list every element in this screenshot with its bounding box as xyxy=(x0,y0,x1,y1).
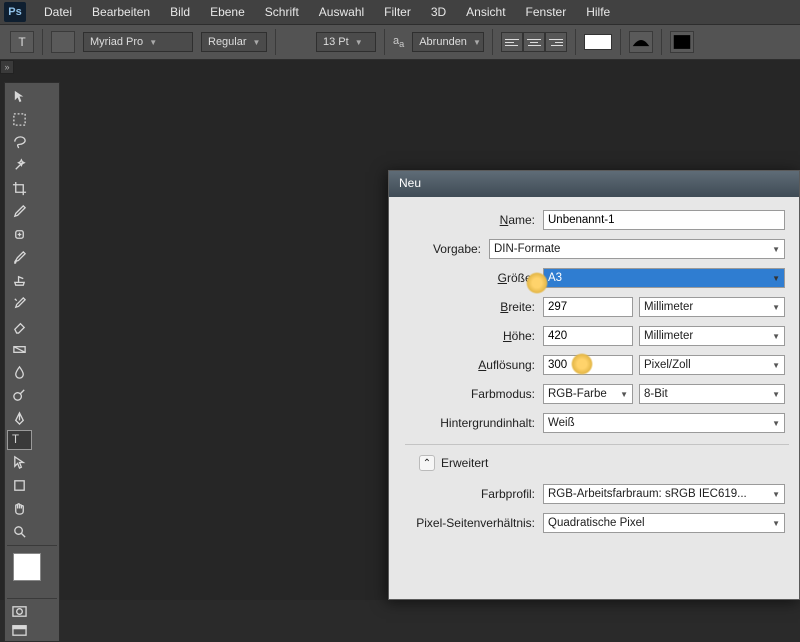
menu-bild[interactable]: Bild xyxy=(160,0,200,24)
width-unit-select[interactable]: Millimeter▼ xyxy=(639,297,785,317)
pixel-aspect-value: Quadratische Pixel xyxy=(548,517,645,529)
menu-bearbeiten[interactable]: Bearbeiten xyxy=(82,0,160,24)
size-select[interactable]: A3▼ xyxy=(543,268,785,288)
font-weight-select[interactable]: Regular▼ xyxy=(201,32,267,52)
color-mode-label: Farbmodus: xyxy=(393,387,543,401)
menu-filter[interactable]: Filter xyxy=(374,0,421,24)
resolution-label: Auflösung: xyxy=(393,358,543,372)
font-size-select[interactable]: 13 Pt▼ xyxy=(316,32,376,52)
pixel-aspect-label: Pixel-Seitenverhältnis: xyxy=(393,516,543,530)
color-profile-value: RGB-Arbeitsfarbraum: sRGB IEC619... xyxy=(548,488,747,500)
history-brush-tool[interactable] xyxy=(7,292,32,314)
menu-datei[interactable]: Datei xyxy=(34,0,82,24)
magic-wand-tool[interactable] xyxy=(7,154,32,176)
gradient-tool[interactable] xyxy=(7,338,32,360)
shape-tool[interactable] xyxy=(7,474,32,496)
menu-schrift[interactable]: Schrift xyxy=(255,0,309,24)
name-input[interactable] xyxy=(543,210,785,230)
color-profile-label: Farbprofil: xyxy=(393,487,543,501)
height-label: Höhe: xyxy=(393,329,543,343)
name-label: Name: xyxy=(393,213,543,227)
antialias-value: Abrunden xyxy=(419,36,467,48)
menu-ebene[interactable]: Ebene xyxy=(200,0,255,24)
crop-tool[interactable] xyxy=(7,177,32,199)
warp-text-button[interactable] xyxy=(629,31,653,53)
menu-fenster[interactable]: Fenster xyxy=(516,0,577,24)
move-tool[interactable] xyxy=(7,85,32,107)
font-size-value: 13 Pt xyxy=(323,36,349,48)
align-left-button[interactable] xyxy=(501,32,523,52)
width-unit-value: Millimeter xyxy=(644,301,693,313)
healing-brush-tool[interactable] xyxy=(7,223,32,245)
width-input[interactable] xyxy=(543,297,633,317)
resolution-unit-value: Pixel/Zoll xyxy=(644,359,691,371)
screen-mode-button[interactable] xyxy=(7,621,32,639)
quick-mask-button[interactable] xyxy=(7,602,32,620)
new-document-dialog: Neu Name: Vorgabe: DIN-Formate▼ Größe: A… xyxy=(388,170,800,600)
align-right-button[interactable] xyxy=(545,32,567,52)
preset-value: DIN-Formate xyxy=(494,243,560,255)
resolution-unit-select[interactable]: Pixel/Zoll▼ xyxy=(639,355,785,375)
background-value: Weiß xyxy=(548,417,575,429)
height-input[interactable] xyxy=(543,326,633,346)
character-panel-button[interactable] xyxy=(670,31,694,53)
tool-palette: T xyxy=(4,82,60,642)
tool-preset-button[interactable]: T xyxy=(10,31,34,53)
hand-tool[interactable] xyxy=(7,497,32,519)
eraser-tool[interactable] xyxy=(7,315,32,337)
menu-auswahl[interactable]: Auswahl xyxy=(309,0,374,24)
size-label: Größe: xyxy=(393,271,543,285)
document-tab-strip[interactable]: » xyxy=(0,60,14,74)
clone-stamp-tool[interactable] xyxy=(7,269,32,291)
font-weight-value: Regular xyxy=(208,36,247,48)
height-unit-value: Millimeter xyxy=(644,330,693,342)
menu-3d[interactable]: 3D xyxy=(421,0,456,24)
dodge-tool[interactable] xyxy=(7,384,32,406)
text-orientation-button[interactable] xyxy=(51,31,75,53)
dialog-title: Neu xyxy=(389,171,799,197)
blur-tool[interactable] xyxy=(7,361,32,383)
font-family-value: Myriad Pro xyxy=(90,36,143,48)
background-select[interactable]: Weiß▼ xyxy=(543,413,785,433)
height-unit-select[interactable]: Millimeter▼ xyxy=(639,326,785,346)
advanced-toggle[interactable]: ⌃ xyxy=(419,455,435,471)
type-tool[interactable]: T xyxy=(7,430,32,450)
advanced-label: Erweitert xyxy=(441,456,488,470)
align-center-button[interactable] xyxy=(523,32,545,52)
antialias-select[interactable]: Abrunden▼ xyxy=(412,32,484,52)
text-color-swatch[interactable] xyxy=(584,34,612,50)
color-mode-value: RGB-Farbe xyxy=(548,388,607,400)
bit-depth-value: 8-Bit xyxy=(644,388,668,400)
size-value: A3 xyxy=(548,272,562,284)
background-label: Hintergrundinhalt: xyxy=(393,416,543,430)
zoom-tool[interactable] xyxy=(7,520,32,542)
preset-select[interactable]: DIN-Formate▼ xyxy=(489,239,785,259)
color-mode-select[interactable]: RGB-Farbe▼ xyxy=(543,384,633,404)
menu-ansicht[interactable]: Ansicht xyxy=(456,0,515,24)
menu-hilfe[interactable]: Hilfe xyxy=(576,0,620,24)
antialias-icon: aa xyxy=(393,35,404,49)
highlight-marker-2 xyxy=(571,353,593,375)
bit-depth-select[interactable]: 8-Bit▼ xyxy=(639,384,785,404)
brush-tool[interactable] xyxy=(7,246,32,268)
lasso-tool[interactable] xyxy=(7,131,32,153)
path-selection-tool[interactable] xyxy=(7,451,32,473)
eyedropper-tool[interactable] xyxy=(7,200,32,222)
marquee-tool[interactable] xyxy=(7,108,32,130)
font-size-icon xyxy=(284,31,308,53)
color-swatches[interactable] xyxy=(7,549,57,595)
preset-label: Vorgabe: xyxy=(393,242,489,256)
highlight-marker xyxy=(526,272,548,294)
pixel-aspect-select[interactable]: Quadratische Pixel▼ xyxy=(543,513,785,533)
pen-tool[interactable] xyxy=(7,407,32,429)
app-logo: Ps xyxy=(4,2,26,22)
width-label: Breite: xyxy=(393,300,543,314)
font-family-select[interactable]: Myriad Pro▼ xyxy=(83,32,193,52)
color-profile-select[interactable]: RGB-Arbeitsfarbraum: sRGB IEC619...▼ xyxy=(543,484,785,504)
